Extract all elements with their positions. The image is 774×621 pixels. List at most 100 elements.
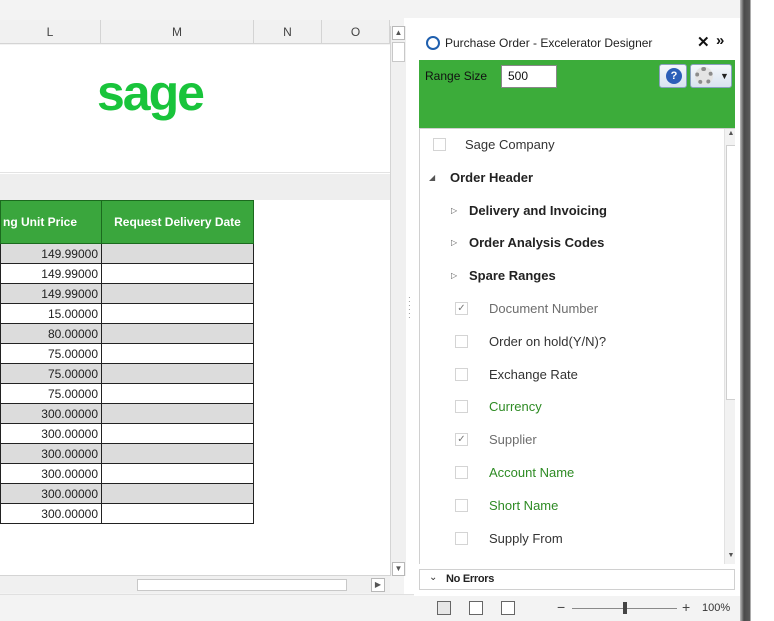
unit-price-cell[interactable]: 75.00000	[0, 383, 102, 404]
tree-item[interactable]: Order on hold(Y/N)?	[420, 331, 720, 353]
chevron-down-icon[interactable]: ⌄	[429, 572, 437, 583]
request-delivery-date-cell[interactable]	[101, 323, 254, 344]
tree-item-label: Order Analysis Codes	[469, 235, 605, 251]
unit-price-cell[interactable]: 300.00000	[0, 463, 102, 484]
scroll-up-arrow-icon[interactable]: ▲	[392, 26, 405, 40]
window-edge-shadow	[740, 0, 774, 621]
request-delivery-date-cell[interactable]	[101, 483, 254, 504]
expanded-arrow-icon[interactable]: ◢	[429, 173, 435, 182]
zoom-level[interactable]: 100%	[702, 602, 730, 614]
request-delivery-date-cell[interactable]	[101, 423, 254, 444]
tree-item[interactable]: ◢ Order Header	[420, 167, 720, 189]
zoom-out-button[interactable]: −	[557, 599, 565, 615]
unit-price-cell[interactable]: 149.99000	[0, 263, 102, 284]
unit-price-cell[interactable]: 300.00000	[0, 423, 102, 444]
tree-item[interactable]: ▷ Order Analysis Codes	[420, 232, 720, 254]
request-delivery-date-cell[interactable]	[101, 443, 254, 464]
tree-item[interactable]: Supply From	[420, 528, 720, 550]
unit-price-cell[interactable]: 75.00000	[0, 343, 102, 364]
unit-price-cell[interactable]: 80.00000	[0, 323, 102, 344]
vertical-scroll-thumb[interactable]	[392, 42, 405, 62]
unit-price-cell[interactable]: 15.00000	[0, 303, 102, 324]
column-header-l[interactable]: L	[0, 20, 101, 44]
field-checkbox[interactable]	[455, 400, 468, 414]
request-delivery-date-cell[interactable]	[101, 263, 254, 284]
column-title-request-delivery-date[interactable]: Request Delivery Date	[101, 200, 254, 244]
request-delivery-date-cell[interactable]	[101, 503, 254, 524]
request-delivery-date-cell[interactable]	[101, 383, 254, 404]
errors-panel[interactable]: ⌄ No Errors	[419, 569, 735, 590]
request-delivery-date-cell[interactable]	[101, 463, 254, 484]
tree-item[interactable]: ▷ Delivery and Invoicing	[420, 200, 720, 222]
request-delivery-date-cell[interactable]	[101, 283, 254, 304]
column-header-n[interactable]: N	[254, 20, 322, 44]
zoom-slider-thumb[interactable]	[622, 602, 627, 614]
unit-price-cell[interactable]: 149.99000	[0, 283, 102, 304]
unit-price-cell[interactable]: 75.00000	[0, 363, 102, 384]
column-header-m[interactable]: M	[101, 20, 254, 44]
request-delivery-date-cell[interactable]	[101, 243, 254, 264]
scroll-up-arrow-icon[interactable]: ▲	[726, 130, 735, 142]
tree-item-label: Supplier	[489, 432, 537, 448]
column-title-unit-price[interactable]: ng Unit Price	[0, 200, 102, 244]
scroll-right-arrow-icon[interactable]: ▶	[371, 578, 385, 592]
tree-item[interactable]: Currency	[420, 396, 720, 418]
help-icon: ?	[666, 68, 682, 84]
page-break-view-icon[interactable]	[501, 601, 515, 615]
field-checkbox[interactable]	[455, 531, 468, 545]
field-checkbox[interactable]	[455, 367, 468, 381]
field-checkbox[interactable]	[455, 334, 468, 348]
field-checkbox[interactable]	[433, 138, 446, 151]
field-checkbox[interactable]: ✓	[455, 433, 468, 447]
tree-item[interactable]: ▷ Spare Ranges	[420, 265, 720, 287]
column-header-o[interactable]: O	[322, 20, 390, 44]
help-button[interactable]: ?	[659, 64, 687, 88]
scroll-down-arrow-icon[interactable]: ▼	[726, 552, 735, 564]
tree-item-label: Spare Ranges	[469, 268, 556, 284]
tree-item-label: Account Name	[489, 465, 575, 480]
zoom-in-button[interactable]: +	[682, 599, 690, 615]
unit-price-cell[interactable]: 149.99000	[0, 243, 102, 264]
tree-item-label: Supply From	[489, 530, 563, 546]
collapsed-arrow-icon[interactable]: ▷	[451, 206, 457, 215]
scroll-down-arrow-icon[interactable]: ▼	[392, 562, 405, 576]
horizontal-scrollbar[interactable]: ▶	[0, 575, 390, 593]
tree-item-label: Sage Company	[465, 137, 555, 152]
table-row: 149.99000	[0, 243, 254, 264]
request-delivery-date-cell[interactable]	[101, 363, 254, 384]
tree-scrollbar[interactable]: ▲ ▼	[724, 129, 735, 564]
collapsed-arrow-icon[interactable]: ▷	[451, 271, 457, 280]
unit-price-cell[interactable]: 300.00000	[0, 443, 102, 464]
close-icon[interactable]: ✕	[697, 33, 710, 51]
request-delivery-date-cell[interactable]	[101, 303, 254, 324]
settings-button[interactable]: ▼	[690, 64, 732, 88]
tree-item-label: Currency	[489, 399, 542, 415]
pane-resize-grip-icon[interactable]: · · · · · ·	[408, 294, 412, 326]
tree-item[interactable]: Short Name	[420, 495, 720, 517]
horizontal-scroll-thumb[interactable]	[137, 579, 347, 591]
unit-price-cell[interactable]: 300.00000	[0, 483, 102, 504]
range-size-input[interactable]: 500	[501, 65, 557, 88]
field-checkbox[interactable]: ✓	[455, 302, 468, 315]
page-layout-view-icon[interactable]	[469, 601, 483, 615]
field-checkbox[interactable]	[455, 498, 468, 512]
tree-item[interactable]: Sage Company	[420, 134, 720, 156]
tree-item[interactable]: ✓ Supplier	[420, 429, 720, 451]
tree-item[interactable]: ✓ Document Number	[420, 298, 720, 320]
pane-options-icon[interactable]: »	[716, 32, 724, 49]
table-row: 300.00000	[0, 503, 254, 524]
tree-item[interactable]: ✓Document date	[420, 560, 720, 564]
tree-item[interactable]: Exchange Rate	[420, 364, 720, 386]
vertical-scrollbar[interactable]: ▲ ▼	[390, 26, 406, 576]
normal-view-icon[interactable]	[437, 601, 451, 615]
unit-price-cell[interactable]: 300.00000	[0, 403, 102, 424]
field-checkbox[interactable]	[455, 466, 468, 479]
tree-scroll-thumb[interactable]	[726, 145, 735, 400]
collapsed-arrow-icon[interactable]: ▷	[451, 238, 457, 247]
request-delivery-date-cell[interactable]	[101, 343, 254, 364]
pane-title: Purchase Order - Excelerator Designer	[445, 36, 653, 50]
request-delivery-date-cell[interactable]	[101, 403, 254, 424]
tree-item[interactable]: Account Name	[420, 462, 720, 484]
view-and-zoom-controls: − + 100%	[437, 599, 737, 619]
unit-price-cell[interactable]: 300.00000	[0, 503, 102, 524]
